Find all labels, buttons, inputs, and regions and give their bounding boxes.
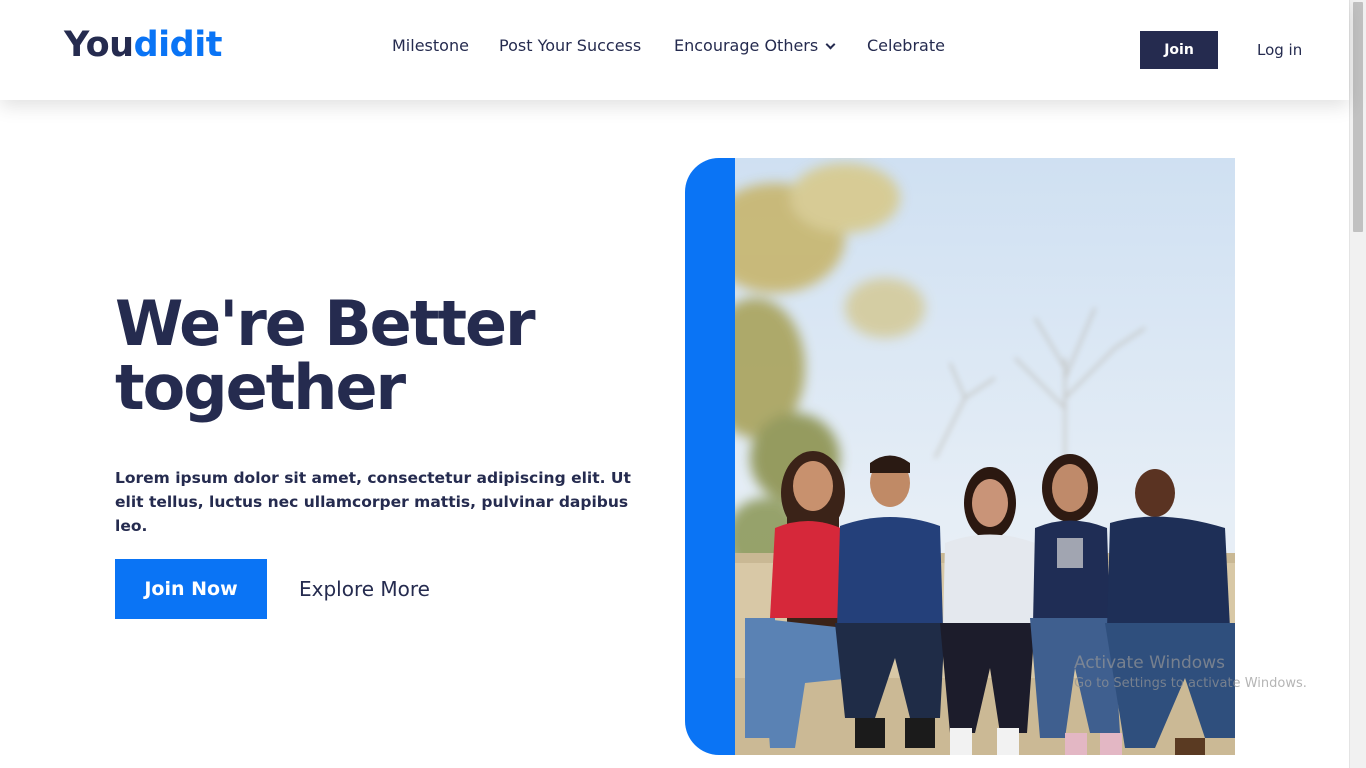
nav-item-encourage-others[interactable]: Encourage Others	[674, 35, 836, 57]
page-scrollbar[interactable]	[1349, 0, 1366, 768]
hero-description: Lorem ipsum dolor sit amet, consectetur …	[115, 469, 631, 535]
scrollbar-thumb[interactable]	[1353, 2, 1363, 232]
logo-part-didit: didit	[133, 25, 223, 65]
nav-label: Encourage Others	[674, 36, 819, 55]
nav-item-post-your-success[interactable]: Post Your Success	[499, 35, 641, 57]
windows-activation-watermark: Activate Windows Go to Settings to activ…	[1074, 652, 1307, 694]
nav-label: Celebrate	[867, 36, 945, 55]
nav-item-celebrate[interactable]: Celebrate	[867, 35, 945, 57]
join-button[interactable]: Join	[1140, 31, 1218, 69]
logo-part-you: You	[64, 25, 134, 65]
nav-label: Post Your Success	[499, 36, 642, 55]
hero-title-line-2: together	[115, 351, 406, 424]
nav-item-milestone[interactable]: Milestone	[392, 35, 469, 57]
watermark-line-2: Go to Settings to activate Windows.	[1074, 676, 1307, 691]
site-logo[interactable]: Youdidit	[64, 24, 222, 66]
explore-more-link[interactable]: Explore More	[299, 576, 430, 602]
hero-title-line-1: We're Better	[115, 287, 536, 360]
nav-label: Milestone	[392, 36, 469, 55]
watermark-line-1: Activate Windows	[1074, 653, 1225, 673]
hero-title: We're Better together	[115, 292, 655, 420]
join-now-button[interactable]: Join Now	[115, 559, 267, 619]
chevron-down-icon[interactable]	[825, 39, 836, 50]
login-link[interactable]: Log in	[1257, 39, 1302, 61]
site-header: Youdidit Milestone Post Your Success Enc…	[0, 0, 1349, 100]
